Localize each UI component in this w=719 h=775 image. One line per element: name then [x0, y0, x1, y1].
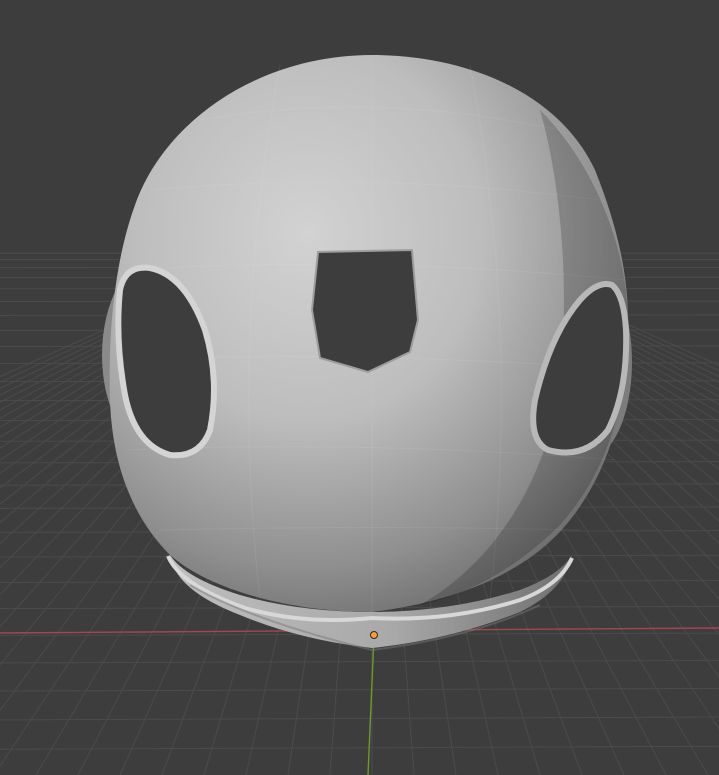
3d-viewport[interactable] — [0, 0, 719, 775]
grid-line — [0, 687, 719, 692]
object-origin-dot[interactable] — [370, 631, 378, 639]
grid-line — [0, 659, 719, 664]
y-axis-line — [367, 635, 375, 775]
forehead-hole — [310, 248, 420, 374]
